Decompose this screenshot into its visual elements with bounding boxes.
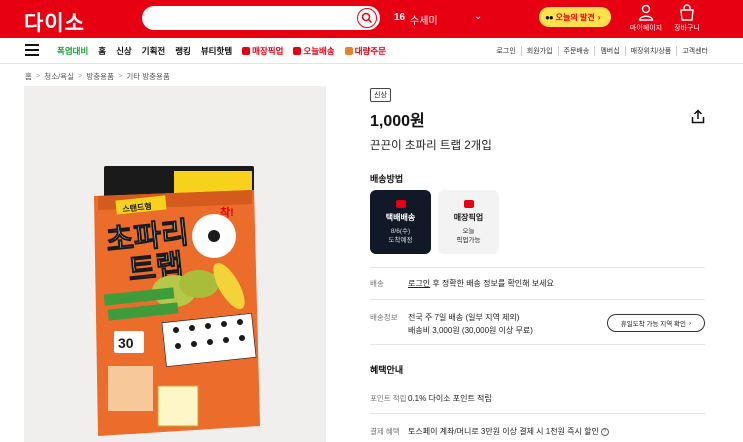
store-pickup-option[interactable]: 매장픽업 오늘 픽업가능: [438, 190, 499, 254]
signup-link[interactable]: 회원가입: [520, 46, 558, 56]
share-icon[interactable]: [691, 109, 705, 124]
fruit-fly-trap-package: 스탠드형 초파리 트랩 착! 30: [94, 166, 260, 436]
shopping-bag-icon: [680, 4, 694, 21]
breadcrumb-insect[interactable]: 방충용품: [86, 71, 114, 82]
parcel-delivery-label: 택배배송: [385, 213, 416, 222]
holiday-delivery-label: 휴일도착 가능 지역 확인: [620, 321, 687, 328]
payment-benefit-label: 결제 혜택: [370, 427, 400, 436]
new-badge: 신상: [370, 88, 391, 102]
cart-button[interactable]: 장바구니: [667, 4, 707, 33]
store-pickup-date: 오늘: [462, 228, 475, 235]
breadcrumb: 홈 > 청소/욕실 > 방충용품 > 기타 방충용품: [25, 71, 170, 82]
product-image[interactable]: 스탠드형 초파리 트랩 착! 30: [24, 86, 326, 442]
store-icon: [463, 200, 474, 208]
nav-item-home[interactable]: 홈: [98, 45, 106, 57]
delivery-text: 로그인 후 정확한 배송 정보를 확인해 보세요: [408, 279, 554, 288]
benefits-heading: 혜택안내: [370, 365, 404, 375]
divider: [370, 299, 705, 300]
parcel-delivery-note: 도착예정: [388, 237, 413, 244]
nav-item-ranking[interactable]: 랭킹: [175, 45, 191, 57]
promo-label: 오늘의 발견: [555, 12, 595, 22]
user-icon: [638, 4, 654, 21]
trending-keyword[interactable]: 수세미: [410, 12, 438, 27]
divider: [370, 267, 705, 268]
delivery-label: 배송: [370, 279, 384, 288]
product-price: 1,000원: [370, 113, 425, 130]
divider: [370, 413, 705, 414]
nav-item-new[interactable]: 신상: [116, 45, 132, 57]
truck-icon: [293, 47, 302, 55]
package-count: 30: [118, 335, 134, 351]
chevron-down-icon[interactable]: ⌄: [474, 11, 482, 22]
chevron-right-icon: ›: [597, 12, 601, 22]
parcel-delivery-option[interactable]: 택배배송 8/6(수) 도착예정: [370, 190, 431, 254]
nav-item-events[interactable]: 기획전: [142, 45, 165, 57]
holiday-delivery-button[interactable]: 휴일도착 가능 지역 확인 ›: [607, 314, 705, 332]
shipping-info-label: 배송정보: [370, 313, 398, 322]
store-pickup-label: 매장픽업: [453, 213, 484, 222]
trending-rank: 16: [394, 12, 406, 23]
shipping-heading: 배송방법: [370, 174, 404, 184]
daiso-logo[interactable]: 다이소: [24, 7, 85, 37]
divider: [370, 344, 705, 345]
breadcrumb-home[interactable]: 홈: [25, 71, 32, 82]
shipping-info-line1: 전국 주 7일 배송 (일부 지역 제외): [408, 313, 520, 322]
search-icon: [361, 12, 373, 24]
login-link[interactable]: 로그인: [491, 46, 520, 56]
point-value: 0.1% 다이소 포인트 적립: [408, 394, 492, 403]
membership-link[interactable]: 멤버십: [594, 46, 624, 56]
search-button[interactable]: [357, 8, 377, 28]
top-header: 다이소 16 수세미 ⌄ ●● 오늘의 발견 › 마이페이지 장바구니: [0, 0, 743, 38]
store-pickup-note: 픽업가능: [456, 237, 481, 244]
point-label: 포인트 적립: [370, 394, 407, 403]
chevron-right-icon: ›: [689, 319, 692, 327]
shipping-info-line2: 배송비 3,000원 (30,000원 이상 무료): [408, 326, 533, 335]
mypage-label: 마이페이지: [629, 25, 663, 32]
login-link-inline[interactable]: 로그인: [408, 279, 430, 288]
parcel-delivery-date: 8/6(수): [390, 228, 411, 235]
search-bar[interactable]: [142, 6, 380, 30]
promo-button[interactable]: ●● 오늘의 발견 ›: [539, 7, 611, 27]
nav-item-today-delivery[interactable]: 오늘배송: [293, 45, 335, 57]
nav-item-heatwave[interactable]: 폭염대비: [57, 45, 88, 57]
eyes-icon: ●●: [545, 12, 554, 22]
customer-center-link[interactable]: 고객센터: [676, 46, 713, 56]
mypage-button[interactable]: 마이페이지: [626, 4, 666, 33]
box-icon: [344, 47, 353, 55]
payment-benefit-value: 토스페이 계좌/머니로 3만원 이상 결제 시 1천원 즉시 할인?: [408, 426, 609, 437]
product-title: 끈끈이 초파리 트랩 2개입: [370, 140, 492, 152]
main-nav: 폭염대비 홈 신상 기획전 랭킹 뷰티핫템 매장픽업 오늘배송 대량주문 로그인…: [0, 38, 743, 64]
breadcrumb-cleaning[interactable]: 청소/욕실: [44, 71, 74, 82]
truck-icon: [395, 200, 406, 208]
store-icon: [242, 47, 251, 55]
package-flash: 착!: [220, 205, 234, 219]
nav-item-store-pickup[interactable]: 매장픽업: [242, 45, 283, 57]
menu-icon[interactable]: [25, 44, 39, 56]
store-location-link[interactable]: 매장위치/상품: [624, 46, 677, 56]
breadcrumb-other-insect[interactable]: 기타 방충용품: [126, 71, 169, 82]
nav-item-bulk-order[interactable]: 대량주문: [344, 45, 386, 57]
order-delivery-link[interactable]: 주문배송: [557, 46, 595, 56]
nav-item-beauty[interactable]: 뷰티핫템: [201, 45, 232, 57]
info-icon[interactable]: ?: [600, 427, 609, 436]
cart-label: 장바구니: [674, 25, 700, 32]
